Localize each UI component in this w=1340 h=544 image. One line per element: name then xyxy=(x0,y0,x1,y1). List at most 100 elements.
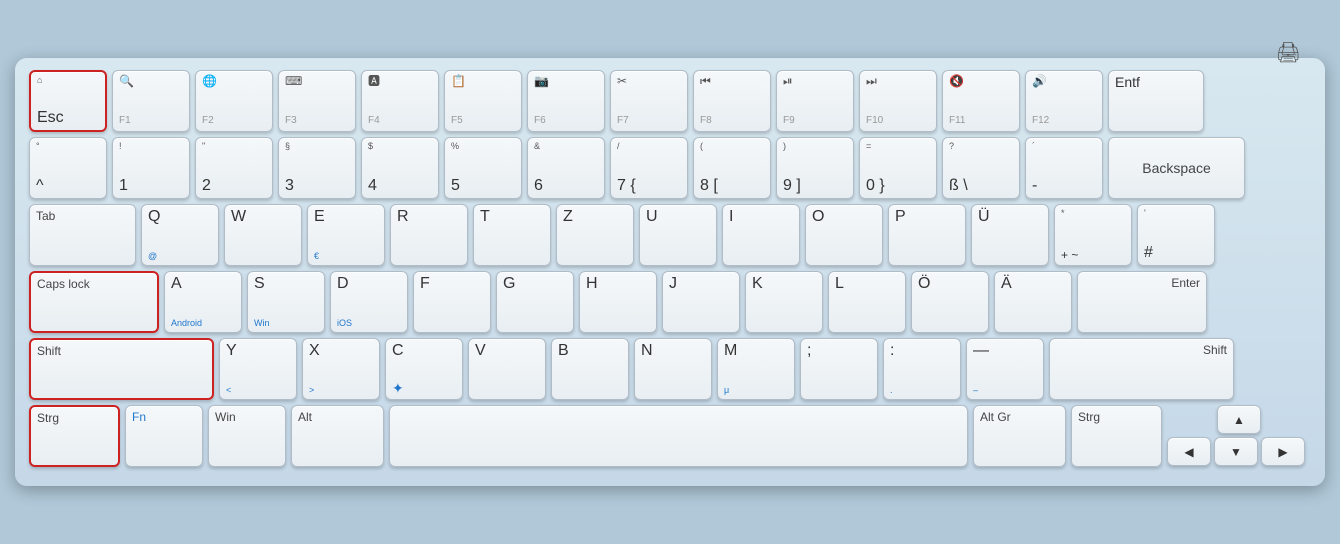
key-c[interactable]: C ✦ xyxy=(385,338,463,400)
key-y-main: Y xyxy=(226,343,290,359)
key-arrow-left[interactable]: ◀ xyxy=(1167,437,1211,466)
key-sharp-top: ? xyxy=(949,142,1013,152)
key-j[interactable]: J xyxy=(662,271,740,333)
key-alt-left[interactable]: Alt xyxy=(291,405,384,467)
key-f9[interactable]: ⏯ F9 xyxy=(776,70,854,132)
key-i[interactable]: I xyxy=(722,204,800,266)
key-f1[interactable]: 🔍 F1 xyxy=(112,70,190,132)
key-f4[interactable]: 🅰 F4 xyxy=(361,70,439,132)
key-tab[interactable]: Tab xyxy=(29,204,136,266)
key-ue-main: Ü xyxy=(978,209,1042,225)
key-r[interactable]: R xyxy=(390,204,468,266)
key-f7[interactable]: ✂ F7 xyxy=(610,70,688,132)
key-f8-label: F8 xyxy=(700,115,764,127)
key-f12[interactable]: 🔊 F12 xyxy=(1025,70,1103,132)
key-w[interactable]: W xyxy=(224,204,302,266)
key-arrow-up[interactable]: ▲ xyxy=(1217,405,1261,434)
key-5[interactable]: % 5 xyxy=(444,137,522,199)
key-f11[interactable]: 🔇 F11 xyxy=(942,70,1020,132)
key-ae[interactable]: Ä xyxy=(994,271,1072,333)
key-a[interactable]: A Android xyxy=(164,271,242,333)
key-4[interactable]: $ 4 xyxy=(361,137,439,199)
key-s[interactable]: S Win xyxy=(247,271,325,333)
key-f8-icon: ⏮ xyxy=(700,75,764,88)
key-f5[interactable]: 📋 F5 xyxy=(444,70,522,132)
key-oe[interactable]: Ö xyxy=(911,271,989,333)
key-t[interactable]: T xyxy=(473,204,551,266)
key-alt-gr[interactable]: Alt Gr xyxy=(973,405,1066,467)
key-g[interactable]: G xyxy=(496,271,574,333)
key-f-main: F xyxy=(420,276,484,292)
key-x[interactable]: X > xyxy=(302,338,380,400)
key-f6[interactable]: 📷 F6 xyxy=(527,70,605,132)
key-f7-icon: ✂ xyxy=(617,75,681,88)
key-2-main: 2 xyxy=(202,178,266,194)
key-strg-left[interactable]: Strg xyxy=(29,405,120,467)
key-f4-icon: 🅰 xyxy=(368,75,432,88)
key-p[interactable]: P xyxy=(888,204,966,266)
key-strg-right[interactable]: Strg xyxy=(1071,405,1162,467)
key-shift-left[interactable]: Shift xyxy=(29,338,214,400)
key-6[interactable]: & 6 xyxy=(527,137,605,199)
key-f3[interactable]: ⌨ F3 xyxy=(278,70,356,132)
key-7[interactable]: / 7 { xyxy=(610,137,688,199)
key-fn[interactable]: Fn xyxy=(125,405,203,467)
key-e[interactable]: E € xyxy=(307,204,385,266)
key-f8[interactable]: ⏮ F8 xyxy=(693,70,771,132)
key-backspace[interactable]: Backspace xyxy=(1108,137,1245,199)
arrow-top-row: ▲ xyxy=(1167,405,1311,434)
key-7-top: / xyxy=(617,142,681,152)
key-plus[interactable]: * + ~ xyxy=(1054,204,1132,266)
key-o[interactable]: O xyxy=(805,204,883,266)
key-caps-lock[interactable]: Caps lock xyxy=(29,271,159,333)
key-f10[interactable]: ⏭ F10 xyxy=(859,70,937,132)
key-ue[interactable]: Ü xyxy=(971,204,1049,266)
key-n-main: N xyxy=(641,343,705,359)
key-f[interactable]: F xyxy=(413,271,491,333)
key-q[interactable]: Q @ xyxy=(141,204,219,266)
key-period[interactable]: : . xyxy=(883,338,961,400)
key-caret[interactable]: ° ^ xyxy=(29,137,107,199)
key-k[interactable]: K xyxy=(745,271,823,333)
key-esc[interactable]: ⌂ Esc xyxy=(29,70,107,132)
key-shift-right[interactable]: Shift xyxy=(1049,338,1234,400)
key-m-sub: μ xyxy=(724,386,788,395)
key-entf[interactable]: Entf xyxy=(1108,70,1204,132)
key-z[interactable]: Z xyxy=(556,204,634,266)
key-n[interactable]: N xyxy=(634,338,712,400)
key-enter[interactable]: Enter xyxy=(1077,271,1207,333)
key-sharp[interactable]: ? ß \ xyxy=(942,137,1020,199)
key-sharp-main: ß \ xyxy=(949,178,1013,194)
key-3[interactable]: § 3 xyxy=(278,137,356,199)
key-minus[interactable]: — – xyxy=(966,338,1044,400)
key-space[interactable] xyxy=(389,405,968,467)
key-9[interactable]: ) 9 ] xyxy=(776,137,854,199)
key-dash[interactable]: ´ - xyxy=(1025,137,1103,199)
bottom-row: Strg Fn Win Alt Alt Gr Strg ▲ ◀ ▼ xyxy=(29,405,1311,467)
key-m[interactable]: M μ xyxy=(717,338,795,400)
key-u[interactable]: U xyxy=(639,204,717,266)
key-0-main: 0 } xyxy=(866,178,930,194)
key-arrow-down[interactable]: ▼ xyxy=(1214,437,1258,466)
key-comma-main: ; xyxy=(807,343,871,359)
key-0[interactable]: = 0 } xyxy=(859,137,937,199)
key-1[interactable]: ! 1 xyxy=(112,137,190,199)
key-l[interactable]: L xyxy=(828,271,906,333)
home-row: Caps lock A Android S Win D iOS F G H J … xyxy=(29,271,1311,333)
key-b[interactable]: B xyxy=(551,338,629,400)
key-2[interactable]: " 2 xyxy=(195,137,273,199)
key-alt-left-label: Alt xyxy=(298,410,377,424)
key-win[interactable]: Win xyxy=(208,405,286,467)
key-c-sub: ✦ xyxy=(392,381,456,395)
key-strg-right-label: Strg xyxy=(1078,410,1155,424)
key-y[interactable]: Y < xyxy=(219,338,297,400)
key-v[interactable]: V xyxy=(468,338,546,400)
key-comma[interactable]: ; xyxy=(800,338,878,400)
key-f2[interactable]: 🌐 F2 xyxy=(195,70,273,132)
key-hash[interactable]: ' # xyxy=(1137,204,1215,266)
key-8[interactable]: ( 8 [ xyxy=(693,137,771,199)
key-h[interactable]: H xyxy=(579,271,657,333)
key-b-main: B xyxy=(558,343,622,359)
key-arrow-right[interactable]: ▶ xyxy=(1261,437,1305,466)
key-d[interactable]: D iOS xyxy=(330,271,408,333)
